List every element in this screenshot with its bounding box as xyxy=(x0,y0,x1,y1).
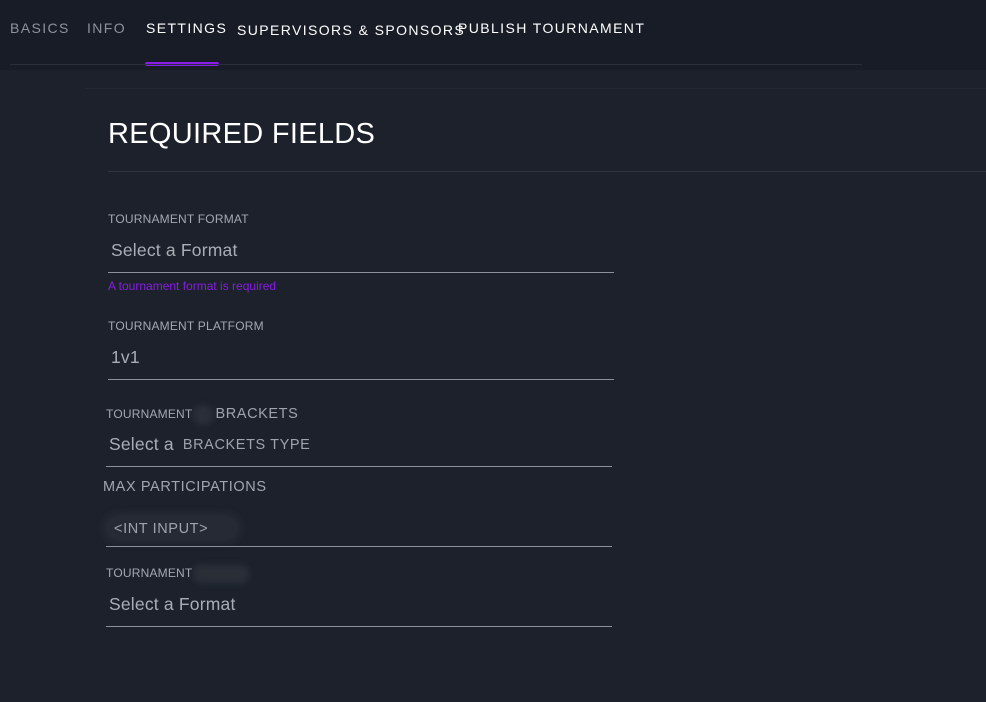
tab-publish-tournament[interactable]: PUBLISH TOURNAMENT xyxy=(458,20,645,36)
tournament-extra-underline xyxy=(106,626,612,627)
tournament-platform-underline xyxy=(108,379,614,380)
tab-basics[interactable]: BASICS xyxy=(10,20,70,36)
tournament-brackets-underline xyxy=(106,466,612,467)
section-title: REQUIRED FIELDS xyxy=(108,118,376,150)
tournament-format-label: TOURNAMENT FORMAT xyxy=(108,212,249,226)
tournament-brackets-placeholder-suffix: BRACKETS TYPE xyxy=(182,437,311,453)
content-top-divider xyxy=(85,88,986,89)
max-participations-value: <INT INPUT> xyxy=(114,521,209,537)
redacted-text xyxy=(196,407,211,422)
tab-supervisors-sponsors[interactable]: SUPERVISORS & SPONSORS xyxy=(237,22,465,38)
tab-bar-divider xyxy=(10,64,862,65)
redacted-text xyxy=(196,567,247,580)
tournament-brackets-label: TOURNAMENT BRACKETS xyxy=(106,406,298,422)
tournament-brackets-placeholder-prefix: Select a xyxy=(109,434,174,454)
tab-info[interactable]: INFO xyxy=(87,20,126,36)
tab-settings[interactable]: SETTINGS xyxy=(146,20,227,36)
tournament-platform-label: TOURNAMENT PLATFORM xyxy=(108,319,264,333)
tournament-format-underline xyxy=(108,272,614,273)
top-navigation-bar: BASICS INFO SETTINGS SUPERVISORS & SPONS… xyxy=(0,0,986,70)
tournament-format-error: A tournament format is required xyxy=(108,279,277,293)
tournament-extra-label: TOURNAMENT xyxy=(106,566,247,580)
tournament-format-select[interactable]: Select a Format xyxy=(111,240,238,261)
tournament-brackets-label-prefix: TOURNAMENT xyxy=(106,407,193,421)
tournament-platform-select[interactable]: 1v1 xyxy=(111,347,140,368)
tournament-extra-label-prefix: TOURNAMENT xyxy=(106,566,193,580)
tournament-brackets-select[interactable]: Select a BRACKETS TYPE xyxy=(109,434,310,455)
max-participations-underline xyxy=(106,546,612,547)
max-participations-label: MAX PARTICIPATIONS xyxy=(103,479,267,495)
tournament-brackets-label-suffix: BRACKETS xyxy=(215,406,299,422)
tournament-extra-select[interactable]: Select a Format xyxy=(109,594,236,615)
section-divider xyxy=(108,171,986,172)
